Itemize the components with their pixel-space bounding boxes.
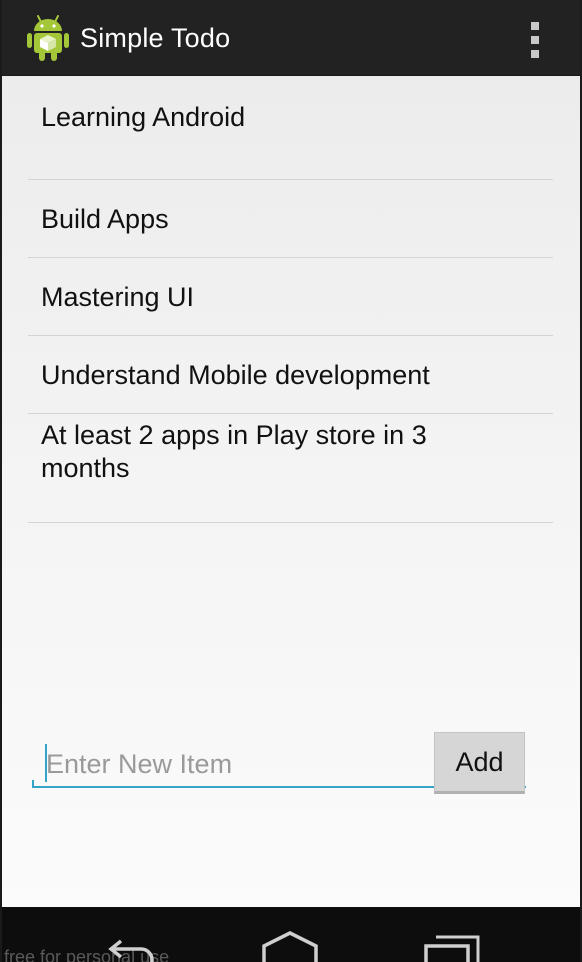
list-item[interactable]: Understand Mobile development bbox=[28, 336, 553, 414]
recent-apps-icon[interactable] bbox=[422, 929, 482, 962]
list-item[interactable]: Build Apps bbox=[28, 180, 553, 258]
list-item-label: Build Apps bbox=[41, 204, 169, 234]
app-title: Simple Todo bbox=[80, 23, 231, 53]
add-button[interactable]: Add bbox=[434, 732, 525, 794]
list-item-label: At least 2 apps in Play store in 3 month… bbox=[41, 420, 427, 483]
content-area: Learning Android Build Apps Mastering UI… bbox=[0, 76, 582, 907]
list-item[interactable]: Learning Android bbox=[28, 102, 553, 180]
screen: Simple Todo Learning Android Build Apps … bbox=[0, 0, 582, 962]
device-edge-left bbox=[0, 0, 2, 962]
list-item-label: Mastering UI bbox=[41, 282, 195, 312]
home-icon[interactable] bbox=[260, 929, 320, 962]
back-icon[interactable] bbox=[101, 929, 161, 962]
new-item-row: Add bbox=[32, 732, 526, 796]
overflow-dot bbox=[531, 50, 539, 58]
overflow-dot bbox=[531, 36, 539, 44]
todo-list[interactable]: Learning Android Build Apps Mastering UI… bbox=[28, 102, 553, 523]
text-cursor bbox=[45, 744, 47, 782]
list-item[interactable]: At least 2 apps in Play store in 3 month… bbox=[28, 414, 553, 523]
overflow-dot bbox=[531, 22, 539, 30]
action-bar: Simple Todo bbox=[0, 0, 582, 76]
list-item-label: Understand Mobile development bbox=[41, 360, 430, 390]
list-item[interactable]: Mastering UI bbox=[28, 258, 553, 336]
new-item-input[interactable] bbox=[34, 740, 418, 788]
navigation-bar: free for personal use bbox=[0, 907, 582, 962]
list-item-label: Learning Android bbox=[41, 102, 246, 132]
overflow-menu-icon[interactable] bbox=[516, 12, 556, 64]
android-robot-icon[interactable] bbox=[26, 14, 70, 62]
